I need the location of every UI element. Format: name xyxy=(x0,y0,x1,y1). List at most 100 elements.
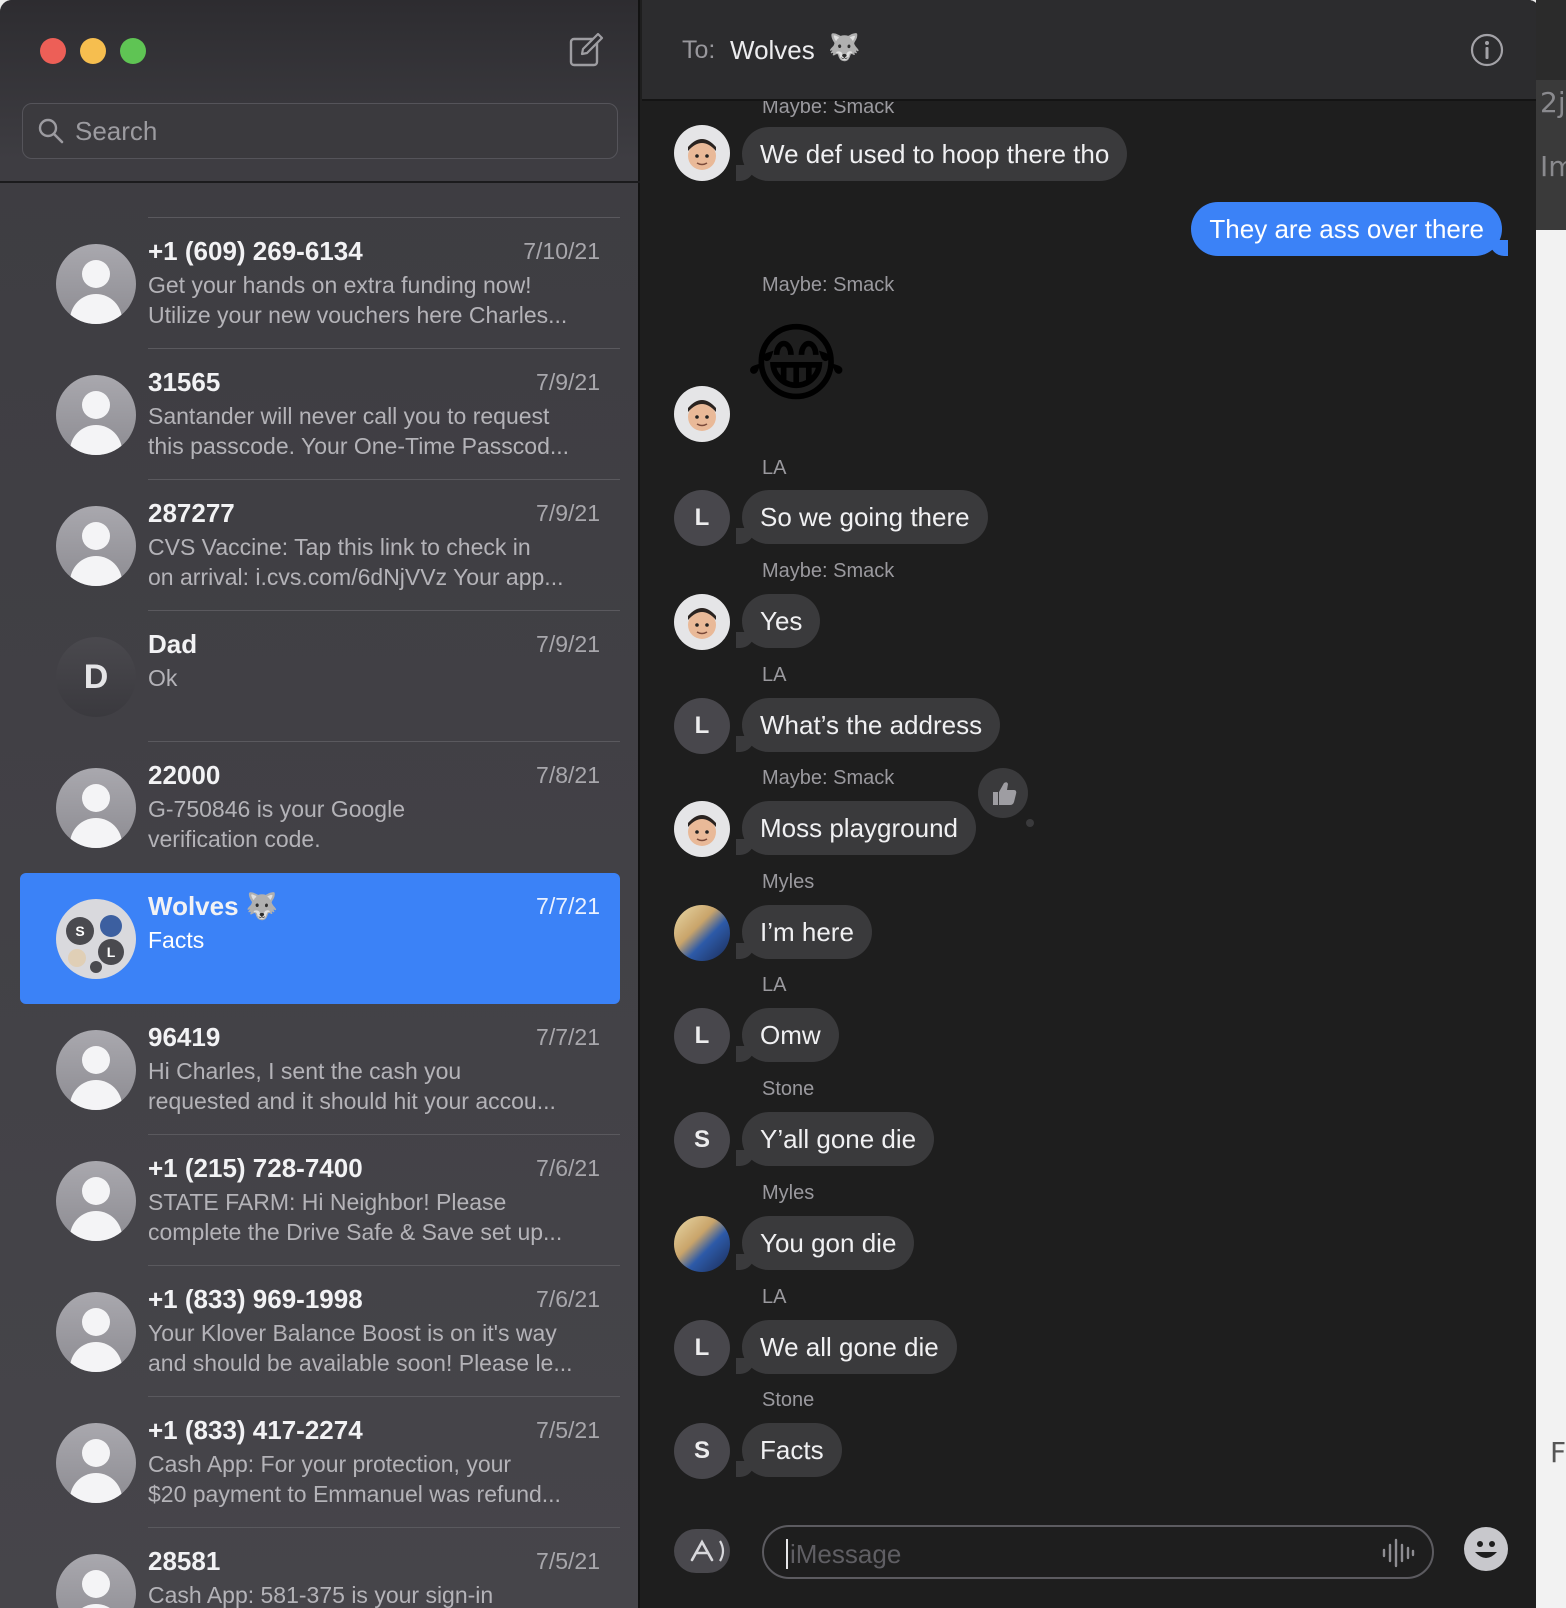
conversation-item-selected[interactable]: S L Wolves 🐺 7/7/21 Facts xyxy=(20,873,620,1004)
zoom-window-button[interactable] xyxy=(120,38,146,64)
conversation-item[interactable]: 22000 7/8/21 G-750846 is your Google veri… xyxy=(20,742,620,873)
sender-name: LA xyxy=(762,457,787,479)
imessage-input[interactable]: iMessage xyxy=(762,1525,1434,1579)
conversation-item[interactable]: 31565 7/9/21 Santander will never call y… xyxy=(20,349,620,480)
conversation-item[interactable]: +1 (215) 728-7400 7/6/21 STATE FARM: Hi … xyxy=(20,1135,620,1266)
emoji-picker-icon[interactable] xyxy=(1464,1527,1508,1571)
contact-avatar xyxy=(56,1292,136,1372)
sender-name: Myles xyxy=(762,871,815,893)
memoji-avatar xyxy=(674,386,730,442)
close-window-button[interactable] xyxy=(40,38,66,64)
sender-name: LA xyxy=(762,1286,787,1308)
sidebar: Search +1 (609) 269-6134 7/10/21 Get you… xyxy=(0,0,640,1608)
sender-name: Maybe: Smack xyxy=(762,274,895,296)
conversation-preview: Cash App: For your protection, your $20 p… xyxy=(148,1451,561,1507)
message-bubble[interactable]: So we going there xyxy=(736,490,988,544)
recipient-emoji: 🐺 xyxy=(828,32,861,62)
recipient-name[interactable]: Wolves xyxy=(730,35,815,66)
conversation-date: 7/10/21 xyxy=(523,238,600,264)
letter-avatar: L xyxy=(674,1320,730,1376)
group-member-avatar xyxy=(100,915,122,937)
contact-avatar xyxy=(56,375,136,455)
imessage-placeholder: iMessage xyxy=(790,1539,902,1569)
chat-header: To: Wolves 🐺 xyxy=(642,0,1540,101)
group-member-avatar: L xyxy=(98,939,124,965)
laughing-emoji-message[interactable]: 😂 xyxy=(746,321,847,407)
contact-avatar xyxy=(56,506,136,586)
conversation-date: 7/9/21 xyxy=(536,369,600,395)
conversation-item-hidden[interactable] xyxy=(20,183,620,218)
conversation-date: 7/5/21 xyxy=(536,1548,600,1574)
message-bubble[interactable]: I’m here xyxy=(736,905,872,959)
conversation-list[interactable]: +1 (609) 269-6134 7/10/21 Get your hands… xyxy=(0,183,640,1608)
contact-avatar: D xyxy=(56,637,136,717)
conversation-date: 7/6/21 xyxy=(536,1286,600,1312)
search-input[interactable]: Search xyxy=(22,103,618,159)
messages-window: Search +1 (609) 269-6134 7/10/21 Get you… xyxy=(0,0,1540,1608)
conversation-name: Wolves 🐺 xyxy=(148,891,279,921)
conversation-item[interactable]: 96419 7/7/21 Hi Charles, I sent the cash… xyxy=(20,1004,620,1135)
message-bubble[interactable]: Yes xyxy=(735,594,821,648)
conversation-item[interactable]: 28581 7/5/21 Cash App: 581-375 is your s… xyxy=(20,1528,620,1608)
compose-icon[interactable] xyxy=(568,32,604,68)
audio-waveform-icon[interactable] xyxy=(1380,1537,1416,1569)
group-member-avatar xyxy=(90,961,102,973)
conversation-item[interactable]: 287277 7/9/21 CVS Vaccine: Tap this link… xyxy=(20,480,620,611)
sender-name: Stone xyxy=(762,1389,815,1411)
conversation-name: +1 (833) 417-2274 xyxy=(148,1415,363,1445)
letter-avatar: S xyxy=(674,1423,730,1479)
message-bubble[interactable]: Omw xyxy=(736,1008,839,1062)
sender-name: Maybe: Smack xyxy=(762,767,895,789)
conversation-name: +1 (833) 969-1998 xyxy=(148,1284,363,1314)
conversation-preview: Hi Charles, I sent the cash you requested… xyxy=(148,1058,556,1114)
conversation-preview: STATE FARM: Hi Neighbor! Please complete … xyxy=(148,1189,563,1245)
conversation-preview: Ok xyxy=(148,665,178,691)
conversation-item[interactable]: +1 (609) 269-6134 7/10/21 Get your hands… xyxy=(20,218,620,349)
conversation-item[interactable]: +1 (833) 969-1998 7/6/21 Your Klover Bal… xyxy=(20,1266,620,1397)
conversation-name: 96419 xyxy=(148,1022,221,1052)
conversation-preview: G-750846 is your Google verification code… xyxy=(148,796,405,852)
conversation-name: Dad xyxy=(148,629,198,659)
message-bubble[interactable]: What’s the address xyxy=(735,698,1001,752)
letter-avatar: L xyxy=(674,1008,730,1064)
info-icon[interactable] xyxy=(1470,33,1504,67)
conversation-preview: Your Klover Balance Boost is on it's way… xyxy=(148,1320,573,1376)
conversation-name: 28581 xyxy=(148,1546,221,1576)
sent-message-bubble[interactable]: They are ass over there xyxy=(1191,202,1508,256)
sender-name: Maybe: Smack xyxy=(762,560,895,582)
memoji-avatar xyxy=(674,125,730,181)
sender-name: Stone xyxy=(762,1078,815,1100)
to-label: To: xyxy=(682,36,716,64)
letter-avatar: S xyxy=(674,1112,730,1168)
letter-avatar: L xyxy=(674,490,730,546)
message-bubble[interactable]: You gon die xyxy=(735,1216,915,1270)
message-bubble[interactable]: We all gone die xyxy=(736,1320,957,1374)
conversation-date: 7/8/21 xyxy=(536,762,600,788)
photo-avatar xyxy=(674,1216,730,1272)
group-avatar: S L xyxy=(56,899,136,979)
message-bubble[interactable]: Facts xyxy=(736,1423,842,1477)
app-store-icon xyxy=(690,1539,725,1562)
message-bubble[interactable]: Y’all gone die xyxy=(735,1112,935,1166)
message-bubble[interactable]: We def used to hoop there tho xyxy=(735,127,1128,181)
contact-avatar xyxy=(56,244,136,324)
conversation-date: 7/5/21 xyxy=(536,1417,600,1443)
message-bubble[interactable]: Moss playground xyxy=(736,801,976,855)
contact-avatar xyxy=(56,1161,136,1241)
conversation-name: +1 (215) 728-7400 xyxy=(148,1153,363,1183)
thumbs-up-tapback-icon[interactable] xyxy=(978,768,1028,818)
minimize-window-button[interactable] xyxy=(80,38,106,64)
conversation-preview: Cash App: 581-375 is your sign-in xyxy=(148,1582,494,1608)
conversation-name: 287277 xyxy=(148,498,235,528)
search-icon xyxy=(38,118,64,144)
conversation-date: 7/7/21 xyxy=(536,893,600,919)
conversation-date: 7/9/21 xyxy=(536,500,600,526)
message-transcript[interactable]: Maybe: Smack We def used to hoop there t… xyxy=(642,101,1540,1501)
app-store-button[interactable] xyxy=(674,1529,730,1573)
conversation-item[interactable]: D Dad 7/9/21 Ok xyxy=(20,611,620,742)
conversation-preview: CVS Vaccine: Tap this link to check in on… xyxy=(148,534,564,590)
conversation-preview: Facts xyxy=(148,927,205,953)
sender-name: Maybe: Smack xyxy=(762,101,895,118)
conversation-preview: Santander will never call you to request… xyxy=(148,403,570,459)
conversation-item[interactable]: +1 (833) 417-2274 7/5/21 Cash App: For y… xyxy=(20,1397,620,1528)
